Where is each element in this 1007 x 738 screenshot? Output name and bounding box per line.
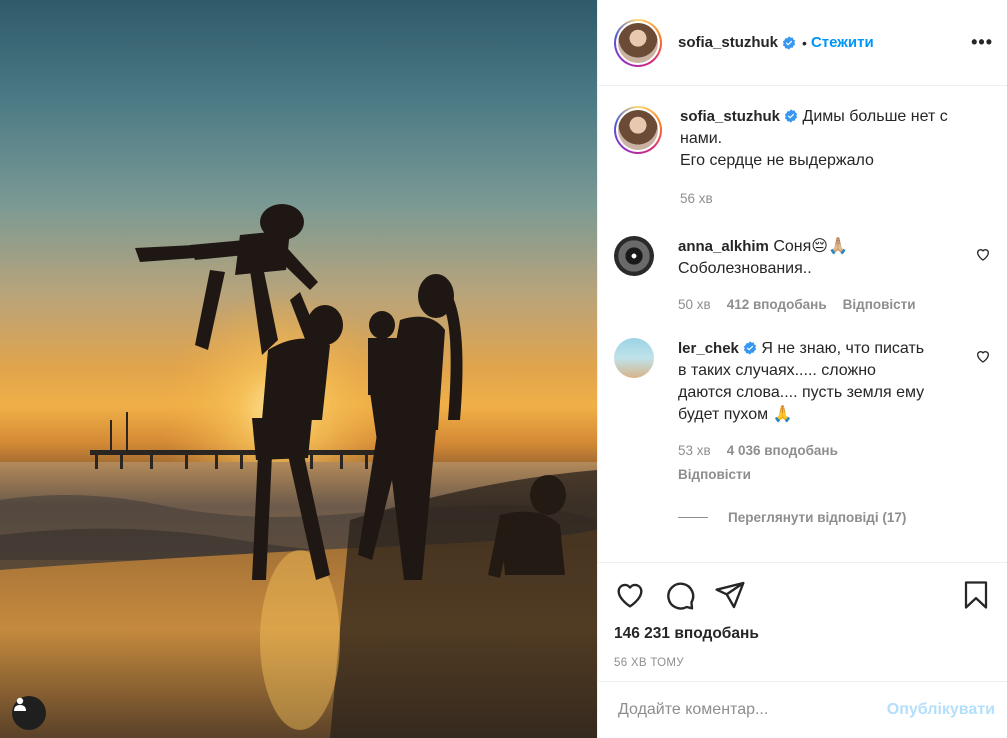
replies-divider-line xyxy=(678,517,708,518)
comment-text-line4: будет пухом 🙏 xyxy=(678,406,793,423)
more-options-button[interactable]: ••• xyxy=(971,32,993,53)
view-replies-label: Переглянути відповіді (17) xyxy=(728,510,907,525)
comment-text-line1: Соня😔🙏🏼 xyxy=(773,238,848,255)
commenter-avatar[interactable] xyxy=(614,236,654,276)
verified-badge-icon xyxy=(782,35,796,50)
caption-text-line3: Его сердце не выдержало xyxy=(680,152,874,169)
comment-like-heart-icon[interactable] xyxy=(975,348,991,364)
comment-item: anna_alkhim Соня😔🙏🏼 Соболезнования.. 50 … xyxy=(614,236,991,316)
comment-text-line2: Соболезнования.. xyxy=(678,260,812,277)
add-comment-bar: Опублікувати xyxy=(598,681,1007,738)
post-photo[interactable] xyxy=(0,0,597,738)
view-replies-button[interactable]: Переглянути відповіді (17) xyxy=(678,510,991,525)
comment-username[interactable]: anna_alkhim xyxy=(678,238,769,255)
beach-sunset-photo xyxy=(0,204,597,738)
likes-count[interactable]: 146 231 вподобань xyxy=(614,625,991,643)
verified-badge-icon xyxy=(784,109,798,123)
comment-item: ler_chek Я не знаю, что писать в таких с… xyxy=(614,338,991,486)
comment-time[interactable]: 53 хв xyxy=(678,440,711,462)
bookmark-icon[interactable] xyxy=(961,579,991,611)
publish-button[interactable]: Опублікувати xyxy=(887,701,995,719)
reply-button[interactable]: Відповісти xyxy=(678,464,751,486)
comment-text-line3: даются слова.... пусть земля ему xyxy=(678,384,925,401)
caption-text-line1: Димы больше нет с xyxy=(802,108,948,125)
post-actions: 146 231 вподобань 56 ХВ ТОМУ xyxy=(598,562,1007,681)
comment-like-heart-icon[interactable] xyxy=(975,246,991,262)
paper-plane-icon[interactable] xyxy=(714,579,746,611)
caption-time[interactable]: 56 хв xyxy=(680,188,713,210)
caption-author-avatar[interactable] xyxy=(614,106,662,154)
comment-time[interactable]: 50 хв xyxy=(678,294,711,316)
follow-button[interactable]: Стежити xyxy=(811,34,874,51)
post-side-panel: sofia_stuzhuk • Стежити ••• sofia_stuzhu… xyxy=(597,0,1007,738)
author-username[interactable]: sofia_stuzhuk xyxy=(678,34,778,51)
comment-input[interactable] xyxy=(618,701,887,719)
user-tags-button[interactable] xyxy=(12,696,46,730)
reply-button[interactable]: Відповісти xyxy=(843,294,916,316)
instagram-post: sofia_stuzhuk • Стежити ••• sofia_stuzhu… xyxy=(0,0,1007,738)
caption-username[interactable]: sofia_stuzhuk xyxy=(680,108,780,125)
comment-username[interactable]: ler_chek xyxy=(678,340,739,357)
heart-icon[interactable] xyxy=(614,579,646,611)
comment-likes[interactable]: 4 036 вподобань xyxy=(727,440,838,462)
comment-text-line1: Я не знаю, что писать xyxy=(761,340,925,357)
comments-list: sofia_stuzhuk Димы больше нет с нами. Ег… xyxy=(598,86,1007,562)
commenter-avatar[interactable] xyxy=(614,338,654,378)
caption-text-line2: нами. xyxy=(680,130,723,147)
post-caption: sofia_stuzhuk Димы больше нет с нами. Ег… xyxy=(614,106,991,210)
post-timestamp[interactable]: 56 ХВ ТОМУ xyxy=(614,657,991,669)
comment-text-line2: в таких случаях..... сложно xyxy=(678,362,876,379)
comment-likes[interactable]: 412 вподобань xyxy=(727,294,827,316)
speech-bubble-icon[interactable] xyxy=(664,579,696,611)
separator-dot: • xyxy=(802,34,807,51)
user-icon xyxy=(14,697,26,711)
post-header: sofia_stuzhuk • Стежити ••• xyxy=(598,0,1007,86)
author-avatar[interactable] xyxy=(614,18,662,67)
verified-badge-icon xyxy=(743,341,756,355)
